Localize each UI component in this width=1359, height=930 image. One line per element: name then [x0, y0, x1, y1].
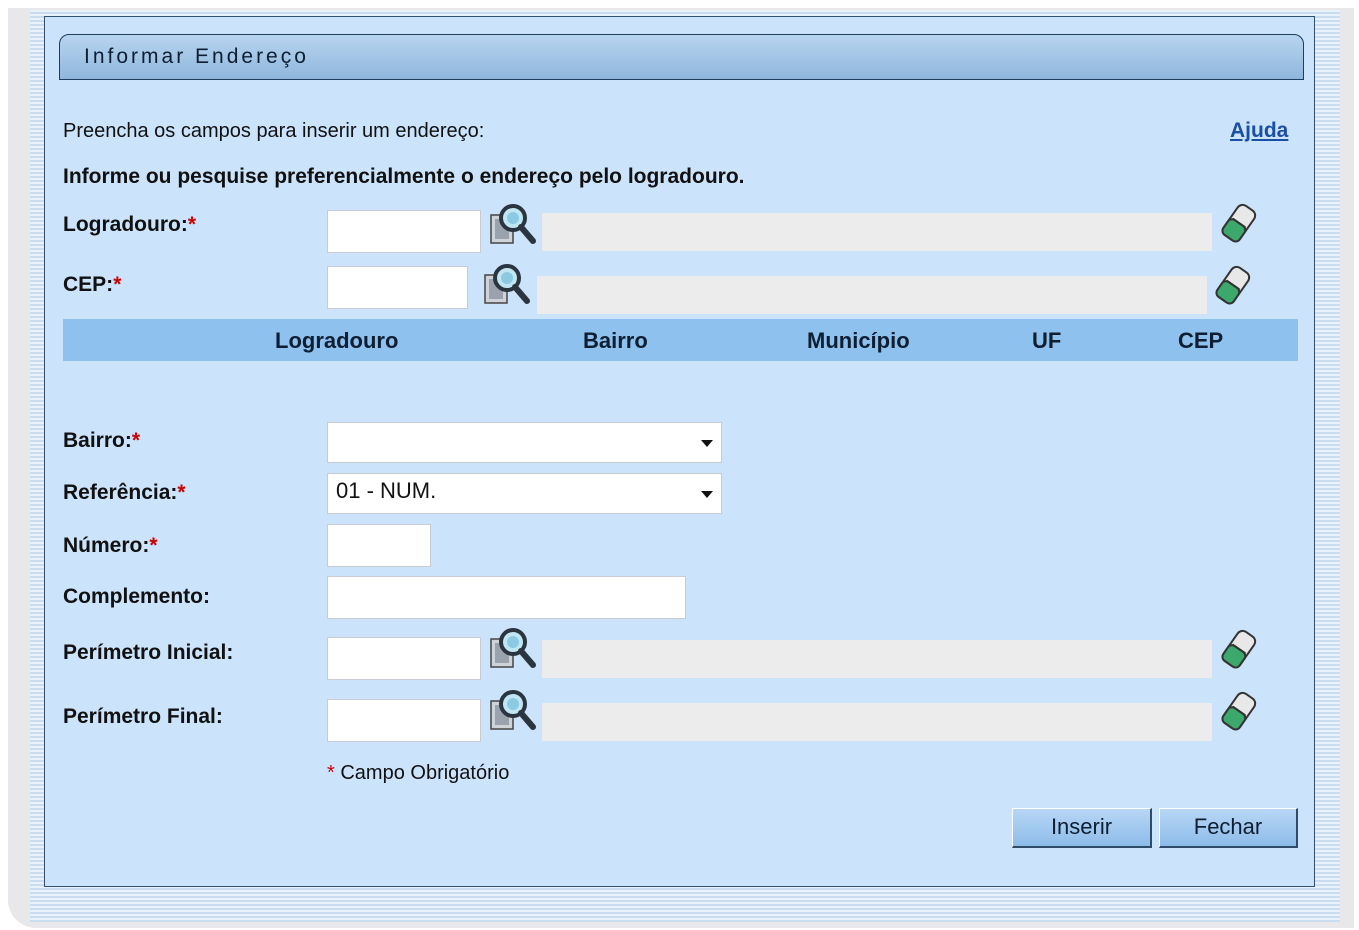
cep-input[interactable] [327, 266, 468, 309]
cep-description-field [537, 276, 1207, 314]
logradouro-label: Logradouro:* [63, 213, 196, 236]
column-logradouro: Logradouro [275, 328, 399, 353]
complemento-input[interactable] [327, 576, 686, 619]
intro-text: Preencha os campos para inserir um ender… [63, 120, 485, 142]
referencia-selected-value: 01 - NUM. [336, 478, 437, 503]
title-bar: Informar Endereço [59, 34, 1304, 80]
logradouro-code-input[interactable] [327, 210, 481, 253]
cep-clear-eraser-icon[interactable] [1215, 265, 1251, 305]
logradouro-clear-eraser-icon[interactable] [1221, 203, 1257, 243]
required-field-note: * Campo Obrigatório [327, 762, 510, 784]
page-title: Informar Endereço [84, 45, 309, 68]
column-municipio: Município [807, 328, 910, 353]
perimetro-final-input[interactable] [327, 699, 481, 742]
referencia-dropdown-arrow-icon [701, 490, 713, 498]
bairro-label: Bairro:* [63, 429, 141, 452]
perimetro-final-label: Perímetro Final: [63, 705, 223, 728]
close-button[interactable]: Fechar [1159, 808, 1298, 848]
perimetro-inicial-search-icon[interactable] [489, 627, 537, 669]
perimetro-inicial-description-field [542, 640, 1212, 678]
numero-label: Número:* [63, 534, 158, 557]
column-bairro: Bairro [583, 328, 648, 353]
column-cep: CEP [1178, 328, 1224, 353]
perimetro-final-search-icon[interactable] [489, 689, 537, 731]
numero-input[interactable] [327, 524, 431, 567]
insert-button[interactable]: Inserir [1012, 808, 1152, 848]
bairro-dropdown-arrow-icon [701, 439, 713, 447]
help-link[interactable]: Ajuda [1230, 119, 1288, 143]
complemento-label: Complemento: [63, 585, 210, 608]
address-form-panel: Informar Endereço Preencha os campos par… [44, 16, 1315, 887]
perimetro-inicial-clear-eraser-icon[interactable] [1221, 629, 1257, 669]
referencia-label: Referência:* [63, 481, 186, 504]
cep-label: CEP:* [63, 273, 122, 296]
referencia-select[interactable]: 01 - NUM. [327, 473, 722, 514]
perimetro-final-clear-eraser-icon[interactable] [1221, 691, 1257, 731]
instruction-text: Informe ou pesquise preferencialmente o … [63, 165, 745, 188]
perimetro-inicial-label: Perímetro Inicial: [63, 641, 234, 664]
perimetro-final-description-field [542, 703, 1212, 741]
perimetro-inicial-input[interactable] [327, 637, 481, 680]
bairro-select[interactable] [327, 422, 722, 463]
column-uf: UF [1032, 328, 1062, 353]
logradouro-description-field [542, 213, 1212, 251]
address-table-header: Logradouro Bairro Município UF CEP [63, 319, 1298, 361]
logradouro-search-icon[interactable] [489, 203, 537, 245]
cep-search-icon[interactable] [483, 263, 531, 305]
